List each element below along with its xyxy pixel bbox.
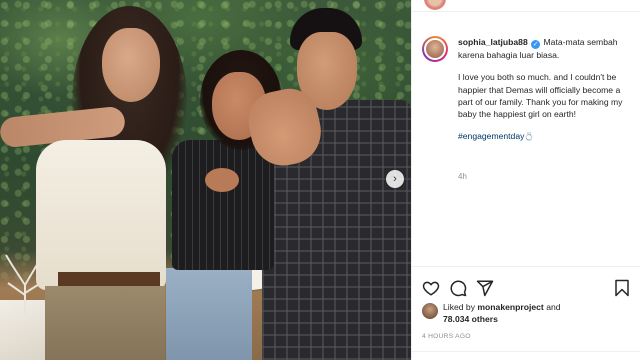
comment-icon[interactable]: [449, 279, 467, 297]
heart-icon[interactable]: [422, 279, 440, 297]
verified-badge-icon: ✓: [531, 40, 541, 49]
post-sidebar: sophia_latjuba88 ✓ Mata-mata sembah kare…: [411, 0, 640, 360]
post-photo[interactable]: ›: [0, 0, 411, 360]
likes-summary: Liked by monakenproject and 78.034 other…: [422, 301, 561, 325]
person-middle-top: [172, 140, 274, 270]
likes-count[interactable]: 78.034 others: [443, 314, 498, 324]
likes-prefix: Liked by: [443, 302, 476, 312]
liker-avatar[interactable]: [422, 303, 438, 319]
person-left-belt: [58, 272, 160, 286]
next-photo-button[interactable]: ›: [386, 170, 404, 188]
send-icon[interactable]: [476, 279, 494, 297]
caption: sophia_latjuba88 ✓ Mata-mata sembah kare…: [458, 36, 634, 144]
person-middle-cutout: [205, 168, 239, 192]
add-comment-bar[interactable]: [412, 351, 640, 360]
avatar[interactable]: [422, 36, 448, 62]
chevron-right-icon: ›: [393, 173, 397, 185]
likes-conj: and: [546, 302, 561, 312]
username-link[interactable]: sophia_latjuba88: [458, 37, 528, 47]
header-avatar[interactable]: [424, 0, 446, 10]
person-left-top: [36, 140, 166, 290]
bookmark-icon[interactable]: [613, 279, 631, 297]
hashtag-link[interactable]: #engagementday: [458, 131, 524, 141]
liker-username[interactable]: monakenproject: [477, 302, 543, 312]
person-left-face: [102, 28, 160, 102]
action-bar: Liked by monakenproject and 78.034 other…: [412, 266, 640, 360]
caption-time: 4h: [458, 172, 467, 181]
post-header: [412, 0, 640, 12]
person-middle-jeans: [166, 268, 252, 360]
person-left-pants: [45, 286, 165, 360]
ring-emoji: 💍: [524, 132, 535, 142]
post-timestamp: 4 HOURS AGO: [422, 333, 471, 340]
caption-line2: I love you both so much. and I couldn't …: [458, 72, 623, 120]
